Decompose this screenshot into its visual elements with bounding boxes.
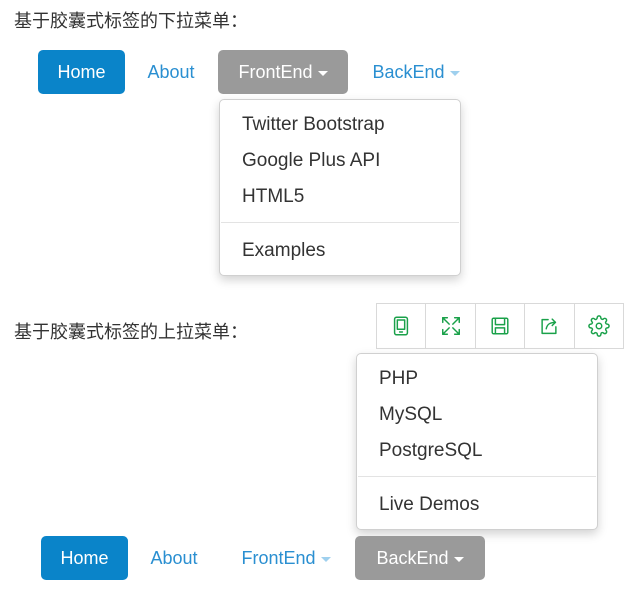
nav-bottom-about-label: About — [150, 548, 198, 568]
nav-bottom-about-pill[interactable]: About — [139, 536, 209, 580]
caret-down-icon — [317, 70, 328, 76]
nav-top-frontend-label: FrontEnd — [238, 62, 313, 82]
fullscreen-icon — [441, 317, 460, 335]
nav-bottom-backend-label: BackEnd — [376, 548, 449, 568]
nav-top-backend-label: BackEnd — [372, 62, 445, 82]
caret-down-icon — [453, 556, 464, 562]
toolbar — [376, 303, 624, 349]
caret-down-icon — [449, 70, 460, 76]
tablet-button[interactable] — [377, 304, 427, 348]
nav-bottom-home-label: Home — [60, 548, 109, 568]
settings-icon — [588, 315, 610, 337]
nav-top-home-label: Home — [57, 62, 106, 82]
dropup-divider — [358, 476, 596, 477]
nav-bottom-home-pill[interactable]: Home — [41, 536, 128, 580]
dropdown-item-html5[interactable]: HTML5 — [242, 186, 304, 208]
dropup-item-mysql[interactable]: MySQL — [379, 404, 442, 426]
nav-top-about-pill[interactable]: About — [136, 50, 206, 94]
nav-top-frontend-pill[interactable]: FrontEnd — [218, 50, 348, 94]
backend-dropup-menu: PHP MySQL PostgreSQL Live Demos — [356, 353, 598, 530]
nav-top-about-label: About — [147, 62, 195, 82]
nav-bottom-frontend-label: FrontEnd — [241, 548, 316, 568]
nav-top-backend-pill[interactable]: BackEnd — [360, 50, 472, 94]
tablet-icon — [394, 316, 409, 336]
dropup-item-live-demos[interactable]: Live Demos — [379, 494, 479, 516]
settings-button[interactable] — [575, 304, 623, 348]
nav-top-home-pill[interactable]: Home — [38, 50, 125, 94]
nav-bottom-backend-pill[interactable]: BackEnd — [355, 536, 485, 580]
frontend-dropdown-menu: Twitter Bootstrap Google Plus API HTML5 … — [219, 99, 461, 276]
save-button[interactable] — [476, 304, 526, 348]
dropdown-item-examples[interactable]: Examples — [242, 240, 325, 262]
share-button[interactable] — [525, 304, 575, 348]
dropdown-item-twitter-bootstrap[interactable]: Twitter Bootstrap — [242, 114, 385, 136]
nav-bottom-frontend-pill[interactable]: FrontEnd — [229, 536, 343, 580]
share-icon — [541, 318, 558, 335]
dropup-item-php[interactable]: PHP — [379, 368, 418, 390]
section-heading-dropup: 基于胶囊式标签的上拉菜单： — [14, 322, 248, 342]
dropup-item-postgresql[interactable]: PostgreSQL — [379, 440, 483, 462]
save-icon — [491, 317, 509, 335]
dropdown-divider — [221, 222, 459, 223]
fullscreen-button[interactable] — [426, 304, 476, 348]
dropdown-item-google-plus-api[interactable]: Google Plus API — [242, 150, 380, 172]
caret-down-icon — [320, 556, 331, 562]
section-heading-dropdown: 基于胶囊式标签的下拉菜单： — [14, 11, 248, 31]
